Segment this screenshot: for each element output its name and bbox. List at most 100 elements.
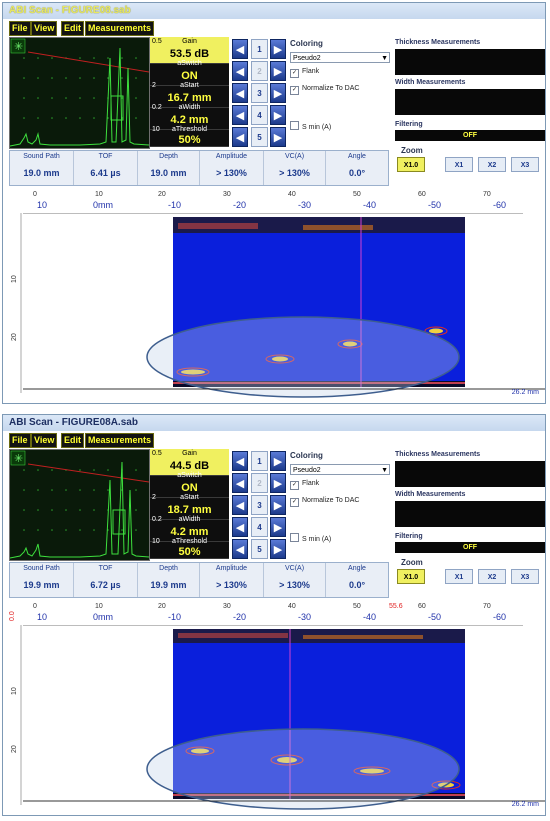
control-row-astart: ◀ 3 ▶ [232,81,288,105]
menu-file[interactable]: File [9,433,31,448]
increase-athreshold-button[interactable]: ▶ [270,539,286,559]
checkbox-empty-icon [290,533,299,542]
checkbox-empty-icon [290,121,299,130]
zoom-x3-button[interactable]: X3 [511,157,539,172]
measure-header: VC(A) [284,565,305,572]
scale-tick: 0 [33,603,37,610]
menu-measurements[interactable]: Measurements [85,433,155,448]
zoom-x10-button[interactable]: X1.0 [397,157,425,172]
step-button-1[interactable]: 1 [251,451,268,471]
decrease-awidth-button[interactable]: ◀ [232,517,248,537]
decrease-aswitch-button[interactable]: ◀ [232,473,248,493]
filtering-toggle[interactable]: OFF [395,130,545,141]
step-button-2[interactable]: 2 [251,473,268,493]
measure-amplitude: Amplitude > 130% [200,151,264,185]
param-athreshold[interactable]: 10 aThreshold 50% [150,537,229,559]
param-athreshold-label: aThreshold [171,126,208,133]
decrease-astart-button[interactable]: ◀ [232,83,248,103]
increase-astart-button[interactable]: ▶ [270,495,286,515]
bscan-view[interactable]: 0 10 20 30 40 50 60 70 10 0mm -10 -20 -3… [3,191,545,403]
decrease-aswitch-button[interactable]: ◀ [232,61,248,81]
width-label: Width Measurements [395,79,466,86]
control-row-gain: ◀ 1 ▶ [232,449,288,473]
decrease-gain-button[interactable]: ◀ [232,39,248,59]
param-athreshold-value: 50% [178,546,201,558]
step-button-3[interactable]: 3 [251,83,268,103]
svg-text:✳: ✳ [14,40,23,53]
smin-checkbox[interactable]: S min (A) [290,533,331,543]
increase-awidth-button[interactable]: ▶ [270,105,286,125]
coloring-select[interactable]: Pseudo2 ▼ [290,52,390,63]
scale-tick: 40 [288,603,296,610]
decrease-athreshold-button[interactable]: ◀ [232,127,248,147]
coloring-select-value: Pseudo2 [293,55,321,62]
step-button-4[interactable]: 4 [251,517,268,537]
scale-tick: 10 [37,200,48,210]
scale-tick: -30 [298,200,312,210]
control-row-astart: ◀ 3 ▶ [232,493,288,517]
zoom-x2-button[interactable]: X2 [478,157,506,172]
bscan-view[interactable]: 0 10 20 30 40 50 55.6 60 70 10 0mm -10 -… [3,603,545,815]
normalize-checkbox[interactable]: ✓ Normalize To DAC [290,85,359,95]
step-button-5[interactable]: 5 [251,127,268,147]
cursor-position-marker: 55.6 [389,603,403,610]
width-display [395,501,545,527]
decrease-awidth-button[interactable]: ◀ [232,105,248,125]
increase-astart-button[interactable]: ▶ [270,83,286,103]
bscan-plot [20,625,545,810]
decrease-gain-button[interactable]: ◀ [232,451,248,471]
measure-header: Angle [348,565,366,572]
menu-measurements[interactable]: Measurements [85,21,155,36]
increase-gain-button[interactable]: ▶ [270,39,286,59]
measure-sound-path: Sound Path 19.0 mm [10,151,74,185]
menu-view[interactable]: View [31,21,58,36]
step-button-2[interactable]: 2 [251,61,268,81]
zoom-label: Zoom [401,558,423,567]
zoom-x10-button[interactable]: X1.0 [397,569,425,584]
measure-header: TOF [98,153,113,160]
increase-aswitch-button[interactable]: ▶ [270,473,286,493]
scale-tick: -40 [363,200,377,210]
increase-awidth-button[interactable]: ▶ [270,517,286,537]
step-button-3[interactable]: 3 [251,495,268,515]
control-row-awidth: ◀ 4 ▶ [232,515,288,539]
increase-gain-button[interactable]: ▶ [270,451,286,471]
flank-checkbox[interactable]: ✓ Flank [290,68,319,78]
filtering-toggle[interactable]: OFF [395,542,545,553]
param-gain-label: Gain [182,38,197,45]
normalize-checkbox[interactable]: ✓ Normalize To DAC [290,497,359,507]
measure-value: 0.0° [348,580,366,590]
flank-label: Flank [302,480,320,487]
decrease-athreshold-button[interactable]: ◀ [232,539,248,559]
ascan-display[interactable]: ✳ [9,37,150,149]
step-button-4[interactable]: 4 [251,105,268,125]
menu-edit[interactable]: Edit [61,21,84,36]
param-athreshold[interactable]: 10 aThreshold 50% [150,125,229,147]
menu-edit[interactable]: Edit [61,433,84,448]
zoom-x2-button[interactable]: X2 [478,569,506,584]
ascan-display[interactable]: ✳ [9,449,150,561]
thickness-display [395,461,545,487]
menu-file[interactable]: File [9,21,31,36]
measure-angle: Angle 0.0° [326,563,388,597]
menu-view[interactable]: View [31,433,58,448]
step-button-5[interactable]: 5 [251,539,268,559]
filtering-label: Filtering [395,121,423,128]
top-scale: 0 10 20 30 40 50 55.6 60 70 10 0mm -10 -… [23,603,523,625]
zoom-x3-button[interactable]: X3 [511,569,539,584]
scale-tick: 20 [158,603,166,610]
scale-tick: -10 [168,612,182,622]
control-row-aswitch: ◀ 2 ▶ [232,59,288,83]
coloring-select[interactable]: Pseudo2 ▼ [290,464,390,475]
increase-aswitch-button[interactable]: ▶ [270,61,286,81]
increase-athreshold-button[interactable]: ▶ [270,127,286,147]
zoom-x1-button[interactable]: X1 [445,569,473,584]
zoom-x1-button[interactable]: X1 [445,157,473,172]
step-button-1[interactable]: 1 [251,39,268,59]
thickness-label: Thickness Measurements [395,451,481,458]
param-controls: ◀ 1 ▶ ◀ 2 ▶ ◀ 3 ▶ ◀ 4 ▶ ◀ 5 ▶ [232,449,288,559]
flank-checkbox[interactable]: ✓ Flank [290,480,319,490]
smin-checkbox[interactable]: S min (A) [290,121,331,131]
decrease-astart-button[interactable]: ◀ [232,495,248,515]
measure-value: 19.9 mm [23,580,60,590]
